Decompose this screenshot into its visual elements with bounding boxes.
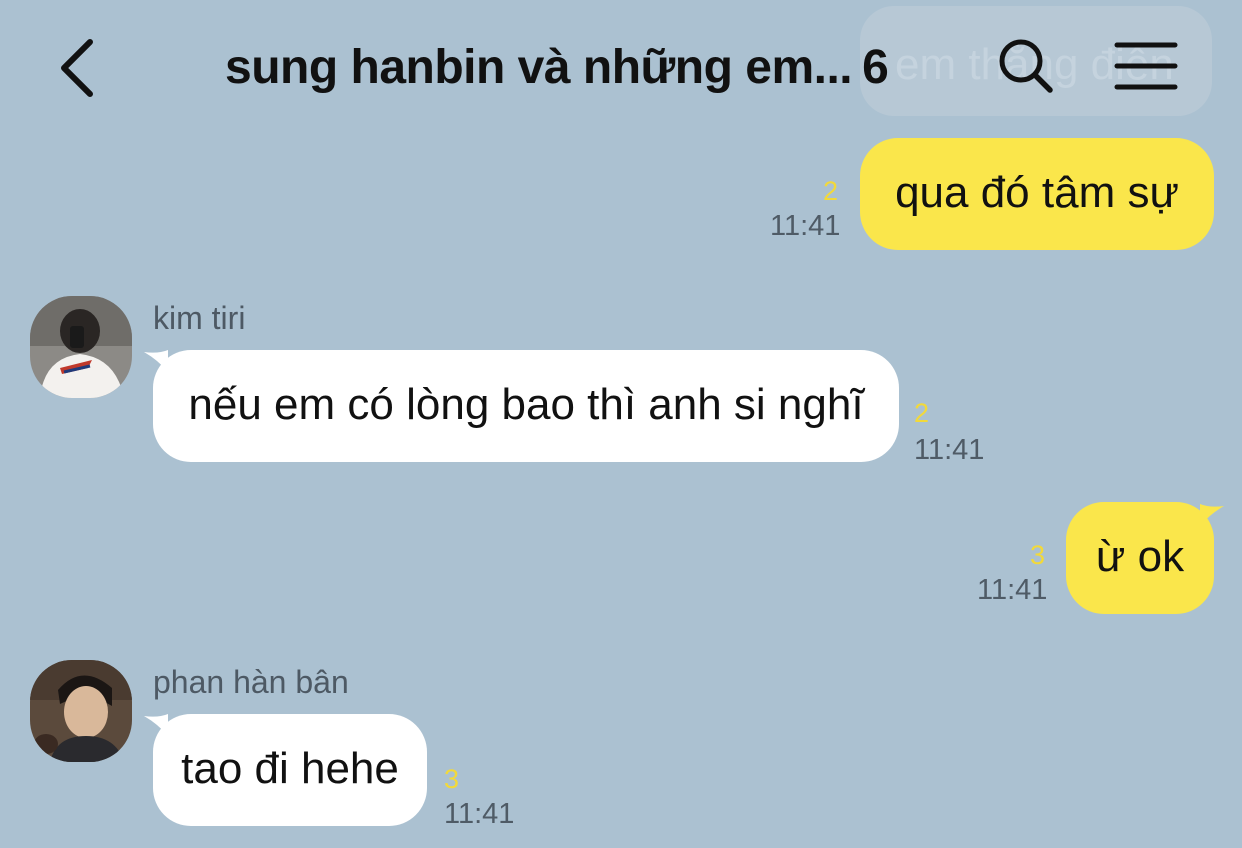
message-bubble[interactable]: ừ ok — [1066, 502, 1214, 614]
message-bubble[interactable]: qua đó tâm sự — [860, 138, 1214, 250]
message-time: 11:41 — [914, 434, 985, 466]
chat-header: em thằng điên sung hanbin và những em...… — [0, 0, 1242, 130]
member-count: 6 — [862, 41, 889, 94]
sender-name: phan hàn bân — [153, 664, 349, 700]
search-icon — [999, 39, 1053, 93]
back-button[interactable] — [52, 32, 112, 102]
unread-count: 2 — [823, 176, 839, 206]
avatar[interactable] — [30, 296, 132, 398]
chevron-left-icon — [61, 39, 93, 97]
message-text: qua đó tâm sự — [895, 168, 1179, 217]
hamburger-menu-icon — [1114, 42, 1178, 90]
message-time: 11:41 — [444, 798, 515, 830]
menu-button[interactable] — [1114, 40, 1178, 92]
message-text: tao đi hehe — [181, 744, 399, 793]
unread-count: 3 — [1030, 540, 1046, 570]
unread-count: 3 — [444, 764, 460, 794]
message-text: ừ ok — [1095, 532, 1185, 581]
search-button[interactable] — [996, 36, 1056, 96]
chat-room-name: sung hanbin và những em... — [225, 41, 853, 94]
message-bubble[interactable]: nếu em có lòng bao thì anh si nghĩ — [153, 350, 899, 462]
message-time: 11:41 — [977, 574, 1048, 606]
avatar[interactable] — [30, 660, 132, 762]
profile-photo — [30, 660, 132, 762]
bubble-tail — [1200, 504, 1224, 526]
message-time: 11:41 — [770, 210, 841, 242]
unread-count: 2 — [914, 398, 930, 428]
message-bubble[interactable]: tao đi hehe — [153, 714, 427, 826]
profile-photo — [30, 296, 132, 398]
chat-title: sung hanbin và những em... 6 — [225, 40, 889, 95]
sender-name: kim tiri — [153, 300, 246, 336]
message-text: nếu em có lòng bao thì anh si nghĩ — [188, 380, 864, 429]
